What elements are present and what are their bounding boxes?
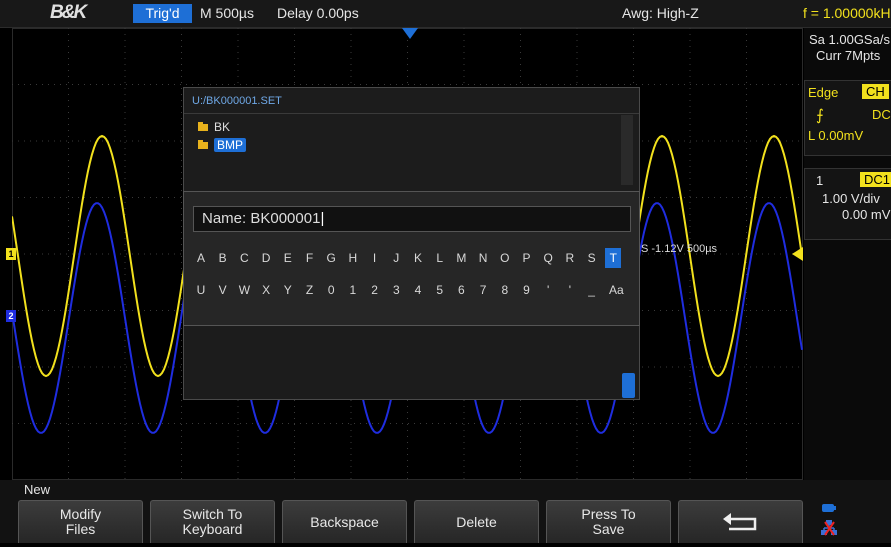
- key-apostrophe[interactable]: ': [562, 280, 578, 300]
- return-arrow-icon: [722, 513, 756, 531]
- key-k[interactable]: K: [410, 248, 426, 268]
- key-b[interactable]: B: [215, 248, 231, 268]
- virtual-keyboard: Name: BK000001| ABCDEFGHIJKLMNOPQRST UVWX…: [183, 191, 640, 326]
- key-0[interactable]: 0: [323, 280, 339, 300]
- folder-name: BK: [214, 120, 231, 134]
- key-6[interactable]: 6: [453, 280, 469, 300]
- network-disconnected-icon: [821, 520, 837, 536]
- key-s[interactable]: S: [584, 248, 600, 268]
- file-list-scrollbar[interactable]: [621, 115, 633, 185]
- key-o[interactable]: O: [497, 248, 513, 268]
- key-w[interactable]: W: [236, 280, 252, 300]
- rising-edge-icon: ⨍: [816, 107, 824, 124]
- modify-files-button[interactable]: Modify Files: [18, 500, 143, 543]
- key-z[interactable]: Z: [302, 280, 318, 300]
- key-i[interactable]: I: [367, 248, 383, 268]
- status-indicators: [820, 502, 880, 542]
- ch1-marker[interactable]: 1: [6, 248, 16, 260]
- trigger-level-marker: [792, 247, 803, 261]
- channel-offset: 0.00 mV: [842, 207, 891, 222]
- key-c[interactable]: C: [236, 248, 252, 268]
- key-9[interactable]: 9: [519, 280, 535, 300]
- key-r[interactable]: R: [562, 248, 578, 268]
- key-l[interactable]: L: [432, 248, 448, 268]
- cursor-measurement: S -1.12V 500µs: [641, 243, 718, 255]
- key-v[interactable]: V: [215, 280, 231, 300]
- trigger-type: Edge: [808, 85, 839, 100]
- folder-icon: [198, 139, 208, 149]
- key-a[interactable]: A: [193, 248, 209, 268]
- delay-label[interactable]: Delay 0.00ps: [277, 5, 359, 21]
- impedance-label: Awg: High-Z: [622, 5, 699, 21]
- key-x[interactable]: X: [258, 280, 274, 300]
- filename-field[interactable]: Name: BK000001|: [193, 206, 631, 232]
- channel-coupling: DC1M: [860, 172, 891, 187]
- key-2[interactable]: 2: [367, 280, 383, 300]
- file-path: U:/BK000001.SET: [192, 95, 282, 107]
- folder-name: BMP: [214, 138, 247, 152]
- key-y[interactable]: Y: [280, 280, 296, 300]
- key-3[interactable]: 3: [388, 280, 404, 300]
- key-underscore[interactable]: _: [584, 280, 600, 300]
- key-7[interactable]: 7: [475, 280, 491, 300]
- memory-depth: Curr 7Mpts: [816, 48, 881, 63]
- usb-storage-icon: [822, 504, 834, 512]
- sample-rate: Sa 1.00GSa/s: [809, 32, 890, 47]
- key-8[interactable]: 8: [497, 280, 513, 300]
- folder-icon: [198, 121, 208, 131]
- key-d[interactable]: D: [258, 248, 274, 268]
- key-4[interactable]: 4: [410, 280, 426, 300]
- key-g[interactable]: G: [323, 248, 339, 268]
- dialog-scroll-handle[interactable]: [622, 373, 635, 398]
- key-e[interactable]: E: [280, 248, 296, 268]
- key-5[interactable]: 5: [432, 280, 448, 300]
- menu-title: New: [24, 482, 51, 497]
- ch2-marker[interactable]: 2: [6, 310, 16, 322]
- press-to-save-button[interactable]: Press To Save: [546, 500, 671, 543]
- key-q[interactable]: Q: [540, 248, 556, 268]
- trigger-position-marker: [402, 28, 418, 39]
- key-aa[interactable]: Aa: [605, 280, 627, 300]
- trigger-coupling: DC: [872, 107, 891, 122]
- key-u[interactable]: U: [193, 280, 209, 300]
- folder-item[interactable]: BMP: [198, 138, 247, 152]
- name-label: Name:: [202, 210, 247, 227]
- status-bar: B&K Trig'd M 500µs Delay 0.00ps Awg: Hig…: [0, 0, 891, 28]
- key-f[interactable]: F: [302, 248, 318, 268]
- trigger-level: L 0.00mV: [808, 128, 864, 143]
- folder-item[interactable]: BK: [198, 120, 230, 134]
- key-j[interactable]: J: [388, 248, 404, 268]
- key-h[interactable]: H: [345, 248, 361, 268]
- switch-to-keyboard-button[interactable]: Switch To Keyboard: [150, 500, 275, 543]
- backspace-button[interactable]: Backspace: [282, 500, 407, 543]
- brand-logo: B&K: [50, 2, 87, 23]
- key-1[interactable]: 1: [345, 280, 361, 300]
- key-p[interactable]: P: [519, 248, 535, 268]
- key-apostrophe[interactable]: ': [540, 280, 556, 300]
- key-t[interactable]: T: [605, 248, 622, 268]
- right-info-panel: Sa 1.00GSa/s Curr 7Mpts Edge CH ⨍ DC L 0…: [804, 28, 891, 480]
- channel-number: 1: [816, 173, 824, 188]
- timebase-label[interactable]: M 500µs: [200, 5, 254, 21]
- key-m[interactable]: M: [453, 248, 469, 268]
- key-n[interactable]: N: [475, 248, 491, 268]
- name-value: BK000001: [250, 210, 321, 227]
- frequency-counter: f = 1.00000kHz: [803, 5, 891, 21]
- dialog-divider: [184, 113, 639, 114]
- volts-per-div: 1.00 V/div: [822, 191, 880, 206]
- return-button[interactable]: [678, 500, 803, 543]
- trigger-source: CH: [862, 84, 889, 99]
- delete-button[interactable]: Delete: [414, 500, 539, 543]
- trigger-status: Trig'd: [133, 4, 192, 23]
